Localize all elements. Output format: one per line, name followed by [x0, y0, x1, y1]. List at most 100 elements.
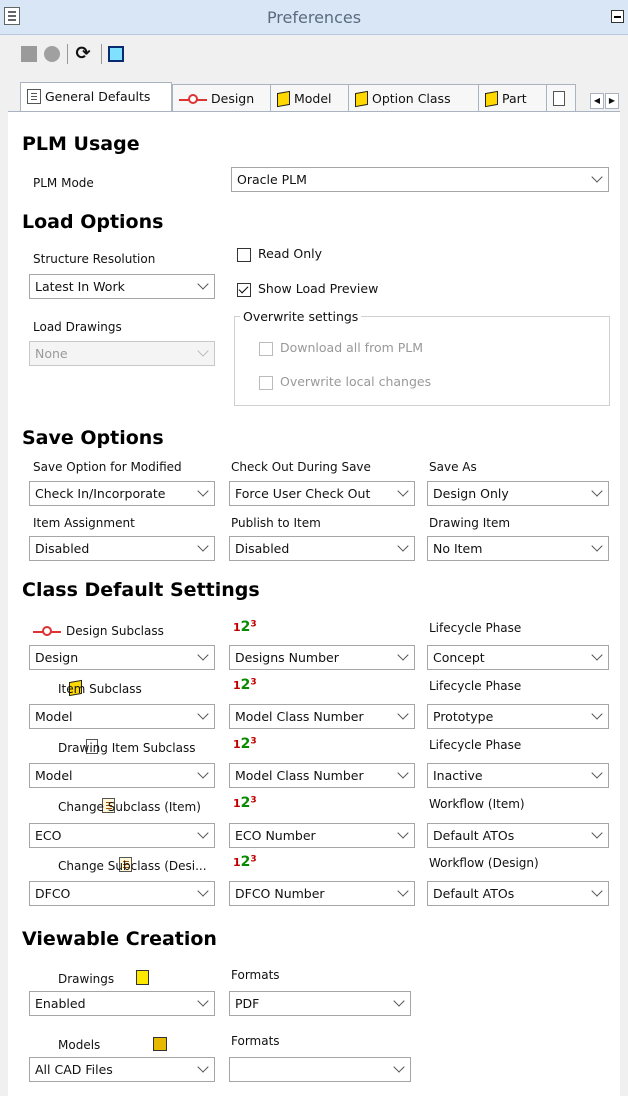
chevron-down-icon [397, 885, 409, 897]
chevron-down-icon [397, 540, 409, 552]
lifecycle-phase-label: Lifecycle Phase [429, 679, 522, 693]
overwrite-settings-group [234, 316, 610, 406]
class-default-settings-heading: Class Default Settings [22, 579, 260, 601]
workflow-item-dropdown[interactable]: Default ATOs [427, 823, 609, 848]
chevron-down-icon [197, 995, 209, 1007]
chevron-down-icon [393, 995, 405, 1007]
drawing-item-subclass-dropdown[interactable]: Model [29, 763, 215, 788]
page-icon [553, 91, 565, 106]
design-icon [179, 92, 207, 106]
dfco-number-dropdown[interactable]: DFCO Number [229, 881, 415, 906]
chevron-down-icon [393, 1061, 405, 1073]
number-generator-icon: 123 [233, 677, 257, 693]
load-drawings-dropdown[interactable]: None [29, 341, 215, 366]
dropdown-value: All CAD Files [35, 1062, 113, 1077]
show-load-preview-label: Show Load Preview [258, 281, 379, 296]
drawings-dropdown[interactable]: Enabled [29, 991, 215, 1016]
drawings-icon [135, 970, 149, 985]
drawing-item-dropdown[interactable]: No Item [427, 536, 609, 561]
toolbar-separator [101, 44, 102, 64]
models-icon [152, 1037, 167, 1051]
drawing-item-number-dropdown[interactable]: Model Class Number [229, 763, 415, 788]
item-number-dropdown[interactable]: Model Class Number [229, 704, 415, 729]
toolbar-separator [67, 44, 68, 64]
tab-general-defaults[interactable]: General Defaults [20, 82, 172, 111]
drawings-label: Drawings [58, 972, 115, 986]
number-generator-icon: 123 [233, 619, 257, 635]
drawing-item-lifecycle-dropdown[interactable]: Inactive [427, 763, 609, 788]
save-as-dropdown[interactable]: Design Only [427, 481, 609, 506]
tab-overflow[interactable] [546, 84, 576, 111]
refresh-icon[interactable]: ⟳ [75, 45, 91, 63]
dropdown-value: Model [35, 768, 73, 783]
cube-icon [485, 90, 498, 108]
lifecycle-phase-label: Lifecycle Phase [429, 738, 522, 752]
design-lifecycle-dropdown[interactable]: Concept [427, 645, 609, 670]
dropdown-value: Latest In Work [35, 279, 125, 294]
number-generator-icon: 123 [233, 736, 257, 752]
document-icon[interactable] [108, 46, 124, 62]
tab-scroll-left-button[interactable]: ◀ [590, 93, 604, 109]
drawing-item-subclass-label: Drawing Item Subclass [58, 741, 196, 755]
models-dropdown[interactable]: All CAD Files [29, 1057, 215, 1082]
cancel-icon[interactable] [44, 46, 60, 62]
chevron-down-icon [397, 485, 409, 497]
chevron-down-icon [397, 767, 409, 779]
dropdown-value: None [35, 346, 68, 361]
tab-scroll-right-button[interactable]: ▶ [605, 93, 619, 109]
minimize-button[interactable] [611, 10, 624, 23]
dropdown-value: Oracle PLM [237, 172, 307, 187]
design-number-dropdown[interactable]: Designs Number [229, 645, 415, 670]
eco-number-dropdown[interactable]: ECO Number [229, 823, 415, 848]
read-only-checkbox[interactable] [237, 248, 251, 262]
publish-to-item-dropdown[interactable]: Disabled [229, 536, 415, 561]
read-only-label: Read Only [258, 246, 323, 261]
tab-option-class[interactable]: Option Class [348, 84, 494, 111]
design-subclass-dropdown[interactable]: Design [29, 645, 215, 670]
overwrite-local-checkbox[interactable] [259, 376, 273, 390]
dropdown-value: Check In/Incorporate [35, 486, 166, 501]
dropdown-value: Concept [433, 650, 485, 665]
chevron-down-icon [397, 708, 409, 720]
plm-mode-dropdown[interactable]: Oracle PLM [231, 167, 609, 192]
models-formats-dropdown[interactable] [229, 1057, 411, 1082]
title-bar: Preferences [0, 0, 628, 35]
check-out-during-save-dropdown[interactable]: Force User Check Out [229, 481, 415, 506]
chevron-down-icon [397, 649, 409, 661]
change-subclass-item-dropdown[interactable]: ECO [29, 823, 215, 848]
models-label: Models [58, 1038, 101, 1052]
load-drawings-label: Load Drawings [33, 320, 122, 334]
save-as-label: Save As [429, 460, 477, 474]
plm-mode-label: PLM Mode [33, 176, 94, 190]
show-load-preview-checkbox[interactable] [237, 283, 251, 297]
cube-icon [277, 90, 290, 108]
dropdown-value: No Item [433, 541, 483, 556]
chevron-down-icon [197, 649, 209, 661]
save-option-modified-dropdown[interactable]: Check In/Incorporate [29, 481, 215, 506]
dropdown-value: DFCO [35, 886, 71, 901]
number-generator-icon: 123 [233, 795, 257, 811]
workflow-design-dropdown[interactable]: Default ATOs [427, 881, 609, 906]
cube-icon [355, 90, 368, 108]
change-subclass-design-dropdown[interactable]: DFCO [29, 881, 215, 906]
dropdown-value: Model Class Number [235, 709, 364, 724]
workflow-item-label: Workflow (Item) [429, 797, 525, 811]
general-defaults-icon [27, 89, 41, 104]
item-lifecycle-dropdown[interactable]: Prototype [427, 704, 609, 729]
save-options-heading: Save Options [22, 427, 164, 449]
item-assignment-dropdown[interactable]: Disabled [29, 536, 215, 561]
chevron-down-icon [197, 885, 209, 897]
window-title: Preferences [266, 8, 362, 27]
workflow-design-label: Workflow (Design) [429, 856, 539, 870]
drawings-formats-dropdown[interactable]: PDF [229, 991, 411, 1016]
tab-label: Design [211, 91, 255, 106]
chevron-down-icon [197, 1061, 209, 1073]
structure-resolution-dropdown[interactable]: Latest In Work [29, 274, 215, 299]
stop-icon[interactable] [21, 46, 37, 62]
chevron-down-icon [591, 540, 603, 552]
download-all-checkbox[interactable] [259, 342, 273, 356]
overwrite-local-label: Overwrite local changes [280, 374, 432, 389]
tab-label: Model [294, 91, 332, 106]
item-subclass-dropdown[interactable]: Model [29, 704, 215, 729]
tab-label: Option Class [372, 91, 451, 106]
